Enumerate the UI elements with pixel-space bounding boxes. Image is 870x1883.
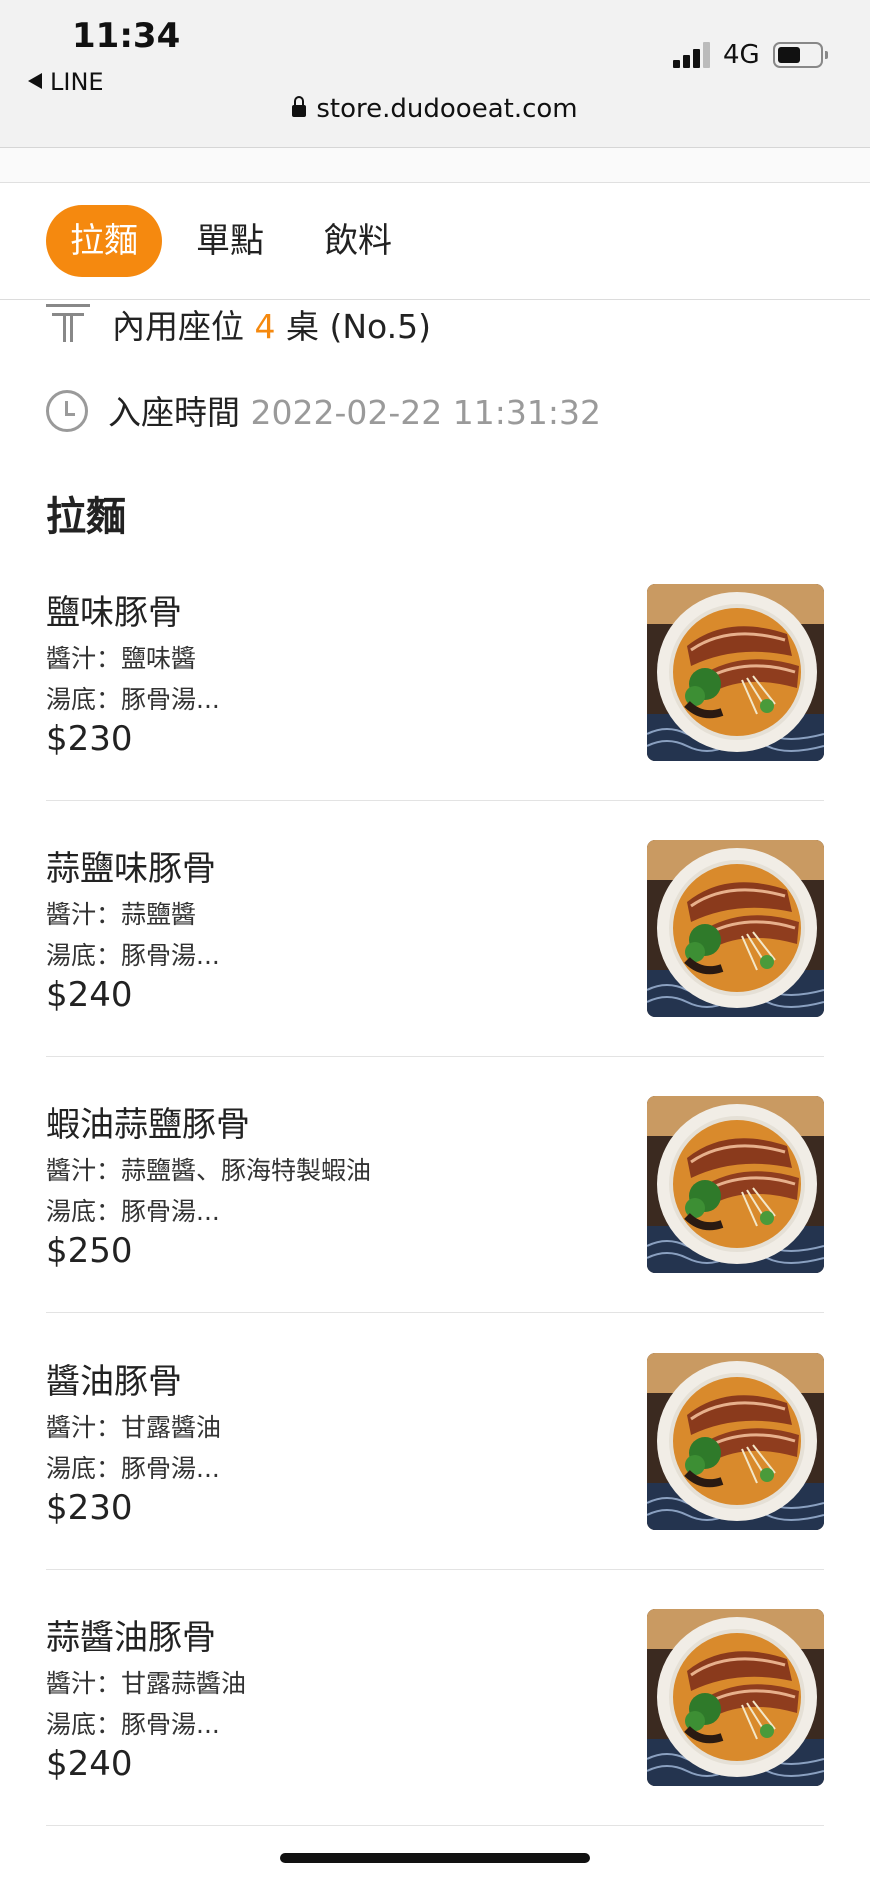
seat-info: 內用座位 4 桌 (No.5) [46,300,431,348]
divider [46,1056,824,1057]
ramen-bowl-photo[interactable] [647,1353,824,1530]
network-type: 4G [723,40,760,70]
battery-icon [773,42,828,68]
menu-item[interactable]: 蒜醬油豚骨 醬汁：甘露蒜醬油 湯底：豚骨湯... $240 [46,1609,824,1866]
item-name: 蒜醬油豚骨 [46,1618,216,1658]
item-sauce: 醬汁：甘露醬油 [46,1413,222,1442]
divider [46,1825,824,1826]
tab-ramen[interactable]: 拉麵 [46,205,162,277]
menu-item[interactable]: 鹽味豚骨 醬汁：鹽味醬 湯底：豚骨湯... $230 [46,584,824,841]
item-price: $240 [46,975,133,1015]
browser-header: 11:34 LINE 4G store.dudooeat.com [0,0,870,148]
seat-suffix: 桌 (No.5) [286,307,432,346]
back-to-line-button[interactable]: LINE [28,68,104,96]
item-price: $240 [46,1744,133,1784]
address-bar[interactable]: store.dudooeat.com [0,94,870,124]
time-label: 入座時間 [108,393,240,432]
item-name: 蒜鹽味豚骨 [46,849,216,889]
item-price: $230 [46,1488,133,1528]
item-name: 蝦油蒜鹽豚骨 [46,1105,250,1145]
header-spacer [0,148,870,183]
tab-drinks[interactable]: 飲料 [324,205,392,277]
menu-item[interactable]: 蒜鹽味豚骨 醬汁：蒜鹽醬 湯底：豚骨湯... $240 [46,840,824,1097]
item-soup-base: 湯底：豚骨湯... [46,685,220,714]
ramen-bowl-photo[interactable] [647,1096,824,1273]
table-icon [46,304,90,342]
item-name: 醬油豚骨 [46,1362,182,1402]
url-text: store.dudooeat.com [316,94,578,124]
lock-icon [292,96,307,117]
menu-item[interactable]: 醬油豚骨 醬汁：甘露醬油 湯底：豚骨湯... $230 [46,1353,824,1610]
ramen-bowl-photo[interactable] [647,584,824,761]
item-sauce: 醬汁：甘露蒜醬油 [46,1669,247,1698]
item-sauce: 醬汁：鹽味醬 [46,644,197,673]
seat-number: 4 [254,307,276,346]
divider [46,1569,824,1570]
item-price: $250 [46,1231,133,1271]
seat-label: 內用座位 [112,307,244,346]
item-soup-base: 湯底：豚骨湯... [46,1454,220,1483]
back-arrow-icon [28,73,42,89]
item-sauce: 醬汁：蒜鹽醬 [46,900,197,929]
signal-icon [673,42,713,68]
item-soup-base: 湯底：豚骨湯... [46,1710,220,1739]
item-name: 鹽味豚骨 [46,593,182,633]
ramen-bowl-photo[interactable] [647,1609,824,1786]
clock-icon [46,390,88,432]
time-value: 2022-02-22 11:31:32 [250,393,601,432]
seated-time-info: 入座時間 2022-02-22 11:31:32 [46,386,601,434]
tab-single-items[interactable]: 單點 [196,205,264,277]
item-price: $230 [46,719,133,759]
section-title: 拉麵 [46,494,126,540]
item-soup-base: 湯底：豚骨湯... [46,941,220,970]
ramen-bowl-photo[interactable] [647,840,824,1017]
divider [46,800,824,801]
back-app-label: LINE [50,68,104,96]
item-soup-base: 湯底：豚骨湯... [46,1197,220,1226]
menu-item[interactable]: 蝦油蒜鹽豚骨 醬汁：蒜鹽醬、豚海特製蝦油 湯底：豚骨湯... $250 [46,1096,824,1353]
category-tabs: 拉麵 單點 飲料 [0,183,870,300]
item-sauce: 醬汁：蒜鹽醬、豚海特製蝦油 [46,1156,372,1185]
status-time: 11:34 [72,16,181,56]
home-indicator[interactable] [280,1853,590,1863]
divider [46,1312,824,1313]
